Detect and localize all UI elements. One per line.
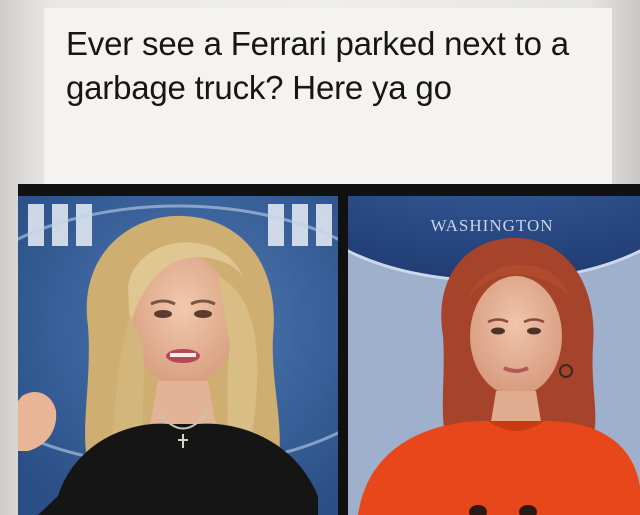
- photo-person-redhead: [348, 196, 640, 515]
- photo-person-blonde: [18, 196, 338, 515]
- photo-right[interactable]: WASHINGTON: [348, 196, 640, 515]
- post-caption: Ever see a Ferrari parked next to a garb…: [66, 25, 569, 106]
- backdrop-sign-text: WASHINGTON: [430, 216, 554, 235]
- photo-left[interactable]: [18, 196, 338, 515]
- photo-collage[interactable]: WASHINGTON: [18, 184, 640, 515]
